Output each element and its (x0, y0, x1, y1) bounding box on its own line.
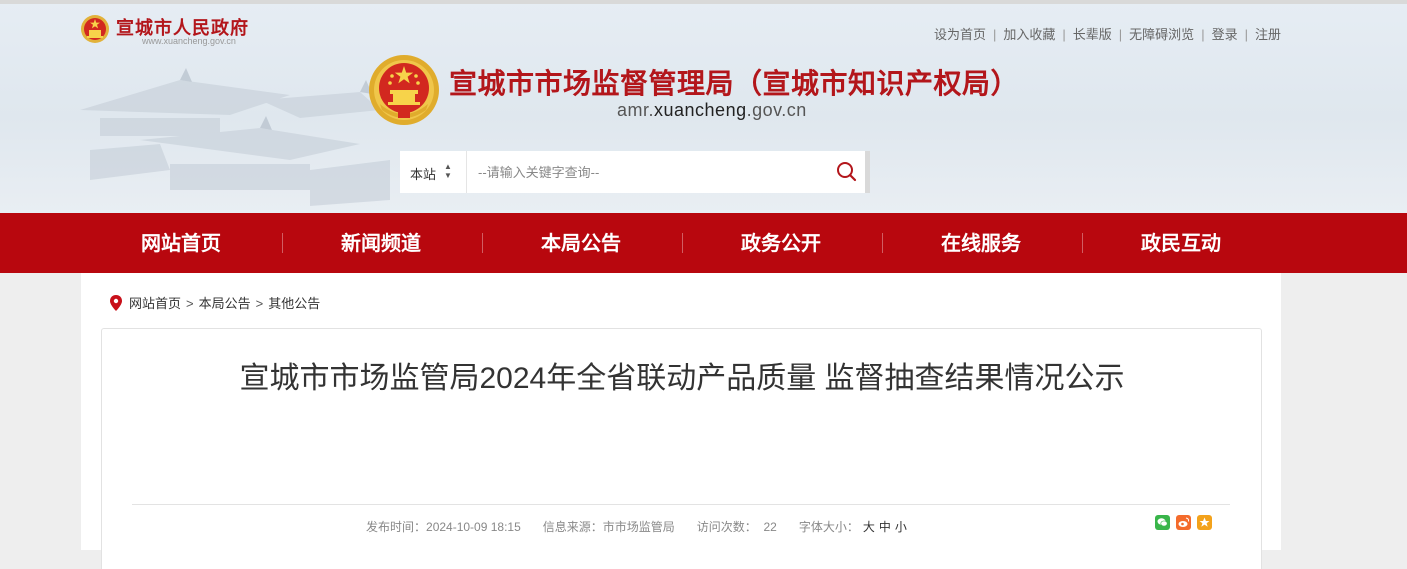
font-size-medium-button[interactable]: 中 (879, 520, 891, 534)
link-separator: | (992, 27, 997, 42)
city-government-logo[interactable]: 宣城市人民政府 www.xuancheng.gov.cn (80, 14, 410, 54)
link-separator: | (1244, 27, 1248, 42)
search-bar-edge (865, 151, 870, 193)
source-label: 信息来源： (542, 520, 603, 534)
font-size-small-button[interactable]: 小 (895, 520, 907, 534)
nav-item-home[interactable]: 网站首页 (81, 213, 281, 273)
meta-divider (132, 504, 1230, 505)
share-buttons (1155, 515, 1218, 533)
main-navigation: 网站首页 新闻频道 本局公告 政务公开 在线服务 政民互动 (0, 213, 1407, 273)
site-header: 宣城市人民政府 www.xuancheng.gov.cn 设为首页 | 加入收藏 | 长… (0, 0, 1407, 213)
nav-item-interaction[interactable]: 政民互动 (1081, 213, 1281, 273)
visits-value: 22 (763, 520, 777, 534)
nav-item-government-affairs[interactable]: 政务公开 (681, 213, 881, 273)
nav-item-news[interactable]: 新闻频道 (281, 213, 481, 273)
breadcrumb-home[interactable]: 网站首页 (129, 296, 181, 311)
visits-label: 访问次数： (696, 520, 757, 534)
architecture-decoration (80, 68, 390, 206)
search-bar: 本站 ▲ ▼ (400, 151, 870, 193)
agency-url: amr.xuancheng.gov.cn (617, 100, 807, 121)
agency-url-suffix: .gov.cn (746, 100, 807, 120)
search-input[interactable] (468, 151, 828, 193)
search-scope-select[interactable]: 本站 ▲ ▼ (400, 151, 467, 193)
top-links: 设为首页 | 加入收藏 | 长辈版 | 无障碍浏览 | 登录 | 注册 (934, 24, 1281, 43)
accessibility-link[interactable]: 无障碍浏览 (1129, 27, 1194, 42)
breadcrumb-separator: > (255, 296, 264, 311)
sort-arrows-icon: ▲ ▼ (444, 162, 452, 180)
set-homepage-link[interactable]: 设为首页 (934, 27, 986, 42)
register-link[interactable]: 注册 (1255, 27, 1281, 42)
nav-item-announcements[interactable]: 本局公告 (481, 213, 681, 273)
nav-item-online-services[interactable]: 在线服务 (881, 213, 1081, 273)
agency-url-domain: xuancheng (654, 100, 747, 120)
add-favorite-link[interactable]: 加入收藏 (1003, 27, 1055, 42)
content-panel: 网站首页 > 本局公告 > 其他公告 宣城市市场监管局2024年全省联动产品质量 监督抽… (81, 273, 1281, 569)
breadcrumb-separator: > (186, 296, 194, 311)
font-size-label: 字体大小： (798, 520, 859, 534)
search-scope-label: 本站 (410, 167, 437, 182)
link-separator: | (1201, 27, 1205, 42)
national-emblem-small-icon (81, 15, 109, 43)
article-meta: 发布时间：2024-10-09 18:15 信息来源：市市场监管局 访问次数： 22… (366, 518, 907, 535)
wechat-icon[interactable] (1155, 515, 1170, 530)
link-separator: | (1062, 27, 1066, 42)
article-card: 宣城市市场监管局2024年全省联动产品质量 监督抽查结果情况公示 发布时间：20… (101, 328, 1262, 569)
elderly-version-link[interactable]: 长辈版 (1073, 27, 1112, 42)
national-emblem-icon (369, 55, 439, 125)
search-icon[interactable] (832, 157, 862, 187)
source-value: 市市场监管局 (602, 520, 675, 534)
location-pin-icon (110, 295, 122, 311)
agency-url-prefix: amr. (617, 100, 655, 120)
published-label: 发布时间： (366, 520, 427, 534)
published-value: 2024-10-09 18:15 (426, 520, 521, 534)
agency-title: 宣城市市场监督管理局（宣城市知识产权局） (449, 68, 1020, 99)
breadcrumb: 网站首页 > 本局公告 > 其他公告 (109, 293, 320, 312)
breadcrumb-other-announcements[interactable]: 其他公告 (268, 296, 320, 311)
header-top-border (0, 0, 1407, 4)
weibo-icon[interactable] (1176, 515, 1191, 530)
link-separator: | (1118, 27, 1123, 42)
font-size-large-button[interactable]: 大 (863, 520, 875, 534)
login-link[interactable]: 登录 (1212, 27, 1238, 42)
favorite-icon[interactable] (1197, 515, 1212, 530)
breadcrumb-announcements[interactable]: 本局公告 (199, 296, 251, 311)
article-title: 宣城市市场监管局2024年全省联动产品质量 监督抽查结果情况公示 (239, 362, 1125, 395)
city-government-url: www.xuancheng.gov.cn (142, 36, 236, 46)
